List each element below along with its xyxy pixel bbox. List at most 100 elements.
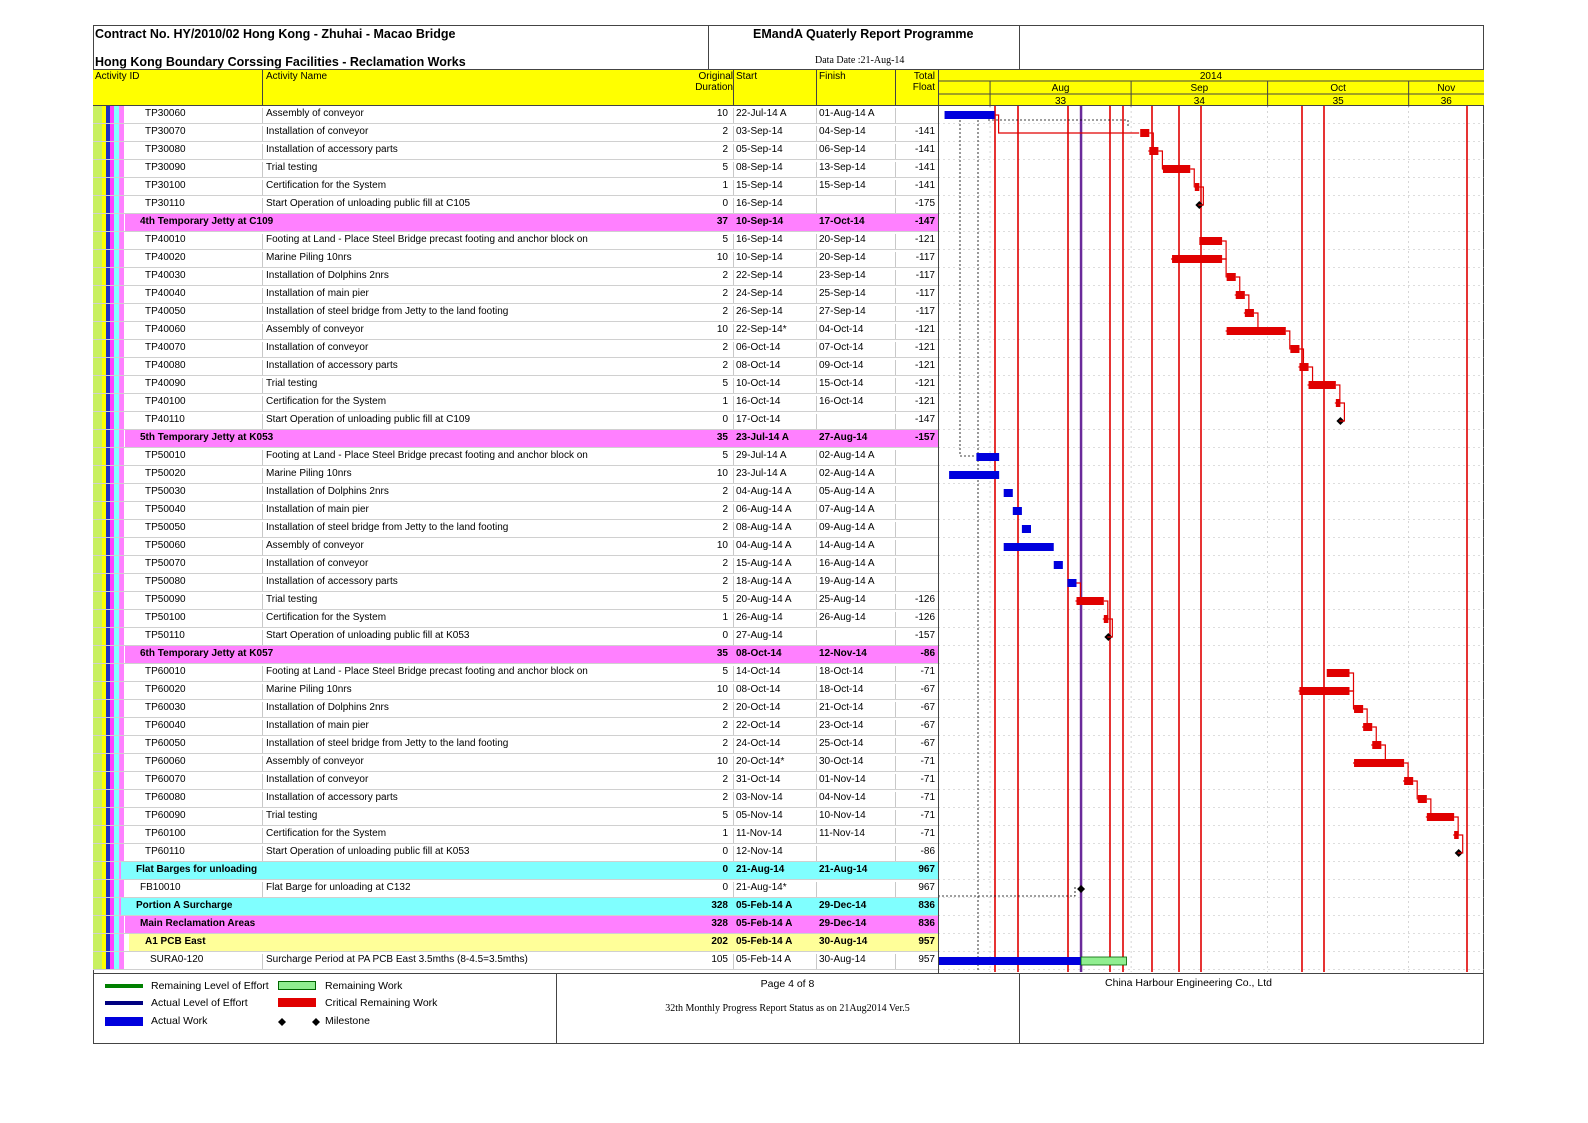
wbs-stripes <box>93 646 126 663</box>
total-float: -117 <box>915 306 935 317</box>
start-date: 23-Jul-14 A <box>736 432 789 443</box>
activity-name: Installation of main pier <box>266 720 369 731</box>
duration: 0 <box>722 864 728 875</box>
finish-date: 15-Oct-14 <box>819 378 864 389</box>
duration: 2 <box>722 288 728 299</box>
gantt-bar-actual <box>949 471 1000 479</box>
activity-name: Footing at Land - Place Steel Bridge pre… <box>266 666 588 677</box>
start-date: 22-Oct-14 <box>736 720 781 731</box>
timescale-year: 2014 <box>1200 71 1223 82</box>
finish-date: 16-Aug-14 A <box>819 558 875 569</box>
duration: 10 <box>716 324 728 335</box>
finish-date: 11-Nov-14 <box>819 828 865 839</box>
start-date: 03-Sep-14 <box>736 126 783 137</box>
activity-name: Installation of accessory parts <box>266 792 398 803</box>
legend-swatch-actual-work <box>105 1017 143 1026</box>
wbs-stripes <box>93 178 126 195</box>
activity-name: Installation of accessory parts <box>266 360 398 371</box>
activity-id: TP40030 <box>145 270 186 281</box>
duration: 1 <box>722 180 728 191</box>
wbs-stripes <box>93 700 126 717</box>
finish-date: 07-Aug-14 A <box>819 504 875 515</box>
start-date: 10-Sep-14 <box>736 252 783 263</box>
activity-id: TP40090 <box>145 378 186 389</box>
table-row: TP60100 Certification for the System 1 11-N… <box>93 826 938 844</box>
start-date: 21-Aug-14* <box>736 882 787 893</box>
total-float: -71 <box>920 774 935 785</box>
wbs-stripes <box>93 484 126 501</box>
gantt-bar-actual <box>1012 507 1022 515</box>
wbs-stripes <box>93 268 126 285</box>
duration: 0 <box>722 882 728 893</box>
wbs-stripes <box>93 736 126 753</box>
activity-name: Installation of conveyor <box>266 558 369 569</box>
duration: 2 <box>722 576 728 587</box>
wbs-stripes <box>93 880 126 897</box>
duration: 2 <box>722 738 728 749</box>
table-row: TP60040 Installation of main pier 2 22-Oct-… <box>93 718 938 736</box>
wbs-stripes <box>93 304 126 321</box>
activity-name: Footing at Land - Place Steel Bridge pre… <box>266 234 588 245</box>
gantt-bar-actual <box>1003 489 1013 497</box>
legend-milestone: Milestone <box>325 1015 370 1027</box>
start-date: 23-Jul-14 A <box>736 468 787 479</box>
duration: 2 <box>722 702 728 713</box>
activity-id: SURA0-120 <box>150 954 204 965</box>
group-name: 4th Temporary Jetty at C109 <box>140 216 274 227</box>
gantt-milestone <box>1077 885 1086 893</box>
wbs-stripes <box>93 376 126 393</box>
activity-name: Certification for the System <box>266 612 387 623</box>
duration: 5 <box>722 450 728 461</box>
activity-name: Marine Piling 10nrs <box>266 468 352 479</box>
legend-actual-loe: Actual Level of Effort <box>151 997 248 1009</box>
duration: 105 <box>711 954 728 965</box>
activity-name: Marine Piling 10nrs <box>266 252 352 263</box>
duration: 5 <box>722 594 728 605</box>
activity-name: Flat Barge for unloading at C132 <box>266 882 411 893</box>
total-float: -121 <box>914 342 935 353</box>
activity-id: TP60090 <box>145 810 186 821</box>
total-float: -121 <box>914 324 935 335</box>
activity-name: Marine Piling 10nrs <box>266 684 352 695</box>
wbs-stripes <box>93 520 126 537</box>
table-row: TP40010 Footing at Land - Place Steel Bri… <box>93 232 938 250</box>
activity-id: TP40100 <box>145 396 186 407</box>
duration: 2 <box>722 486 728 497</box>
gantt-bar-critical <box>1140 129 1150 137</box>
finish-date: 25-Aug-14 <box>819 594 866 605</box>
wbs-stripes <box>93 322 126 339</box>
gantt-bar-critical <box>1326 669 1350 677</box>
legend-remaining-loe: Remaining Level of Effort <box>151 980 269 992</box>
start-date: 17-Oct-14 <box>736 414 781 425</box>
finish-date: 27-Aug-14 <box>819 432 868 443</box>
table-row: TP40020 Marine Piling 10nrs 10 10-Sep-14 20-… <box>93 250 938 268</box>
total-float: -67 <box>920 738 935 749</box>
start-date: 05-Nov-14 <box>736 810 783 821</box>
finish-date: 13-Sep-14 <box>819 162 866 173</box>
wbs-stripes <box>93 196 126 213</box>
duration: 0 <box>722 846 728 857</box>
wbs-stripes <box>93 466 126 483</box>
legend-swatch-actual-loe <box>105 1001 143 1005</box>
activity-name: Assembly of conveyor <box>266 756 364 767</box>
total-float: -121 <box>914 234 935 245</box>
legend: Remaining Level of Effort Actual Level o… <box>93 975 556 1044</box>
wbs-stripes <box>93 448 126 465</box>
table-row: TP60080 Installation of accessory parts 2 0… <box>93 790 938 808</box>
total-float: -117 <box>915 252 935 263</box>
duration: 5 <box>722 162 728 173</box>
legend-swatch-remaining-loe <box>105 984 143 988</box>
wbs-stripes <box>93 952 126 969</box>
table-row: TP40070 Installation of conveyor 2 06-Oct-1… <box>93 340 938 358</box>
total-float: 957 <box>918 936 935 947</box>
start-date: 08-Oct-14 <box>736 360 781 371</box>
start-date: 20-Oct-14* <box>736 756 785 767</box>
table-row: TP60010 Footing at Land - Place Steel Bri… <box>93 664 938 682</box>
start-date: 08-Aug-14 A <box>736 522 792 533</box>
total-float: -71 <box>920 756 935 767</box>
duration: 10 <box>716 540 728 551</box>
start-date: 05-Feb-14 A <box>736 918 793 929</box>
duration: 5 <box>722 666 728 677</box>
legend-swatch-critical <box>278 998 316 1007</box>
group-name: A1 PCB East <box>145 936 206 947</box>
